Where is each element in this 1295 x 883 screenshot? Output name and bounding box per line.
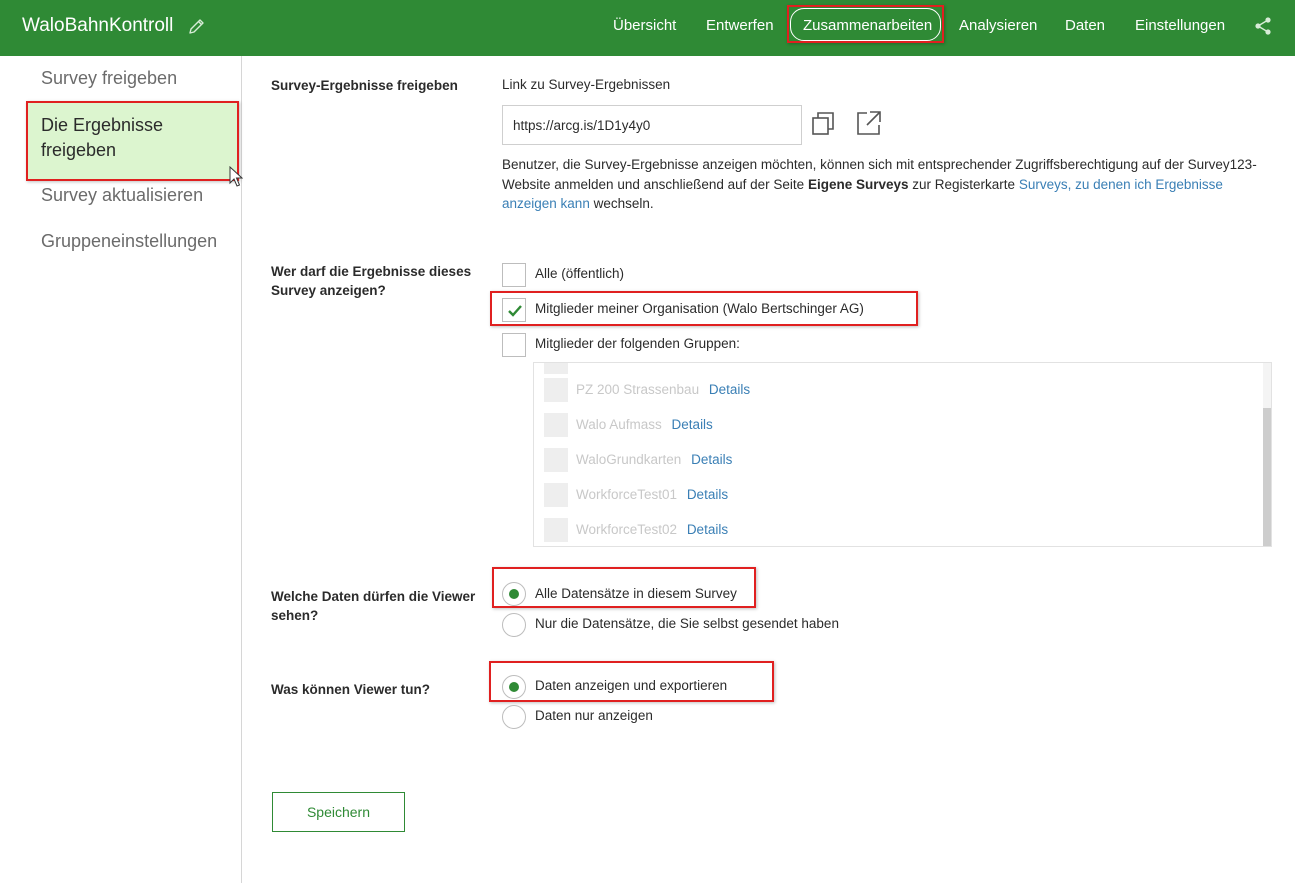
- checkbox-public[interactable]: [502, 263, 526, 287]
- group-name: Walo Aufmass Details: [576, 417, 713, 432]
- option-view-only-label: Daten nur anzeigen: [535, 708, 653, 723]
- data-scope-label: Welche Daten dürfen die Viewer sehen?: [271, 589, 476, 623]
- nav-entwerfen[interactable]: Entwerfen: [706, 17, 774, 34]
- group-details-link[interactable]: Details: [691, 452, 732, 467]
- group-name: WaloGrundkarten Details: [576, 452, 733, 467]
- results-link-input[interactable]: [502, 105, 802, 145]
- group-details-link[interactable]: Details: [672, 417, 713, 432]
- group-details-link[interactable]: Details: [709, 382, 750, 397]
- group-checkbox[interactable]: [544, 448, 568, 472]
- app-title: WaloBahnKontroll: [22, 15, 174, 36]
- group-name: PZ 200 Strassenbau Details: [576, 382, 751, 397]
- radio-own-records[interactable]: [502, 613, 526, 637]
- option-groups-label: Mitglieder der folgenden Gruppen:: [535, 336, 740, 351]
- annotation-box: [26, 101, 239, 181]
- group-checkbox[interactable]: [544, 483, 568, 507]
- open-external-icon[interactable]: [855, 109, 883, 137]
- nav-uebersicht[interactable]: Übersicht: [613, 17, 676, 34]
- who-can-view-label: Wer darf die Ergebnisse dieses Survey an…: [271, 264, 472, 298]
- group-name: WorkforceTest02 Details: [576, 522, 729, 537]
- annotation-box: [787, 5, 944, 43]
- share-icon[interactable]: [1253, 16, 1273, 36]
- nav-analysieren[interactable]: Analysieren: [959, 17, 1037, 34]
- option-public-label: Alle (öffentlich): [535, 266, 625, 281]
- sidebar-item-gruppeneinstellungen[interactable]: Gruppeneinstellungen: [41, 231, 217, 252]
- group-checkbox[interactable]: [544, 518, 568, 542]
- radio-view-only[interactable]: [502, 705, 526, 729]
- share-results-description: Benutzer, die Survey-Ergebnisse anzeigen…: [502, 157, 1257, 211]
- group-details-link[interactable]: Details: [687, 522, 728, 537]
- nav-einstellungen[interactable]: Einstellungen: [1135, 17, 1225, 34]
- annotation-box: [490, 291, 918, 326]
- annotation-box: [492, 567, 756, 608]
- top-bar: WaloBahnKontroll Übersicht Entwerfen Zus…: [0, 0, 1295, 56]
- copy-icon[interactable]: [810, 110, 838, 138]
- group-details-link[interactable]: Details: [687, 487, 728, 502]
- scrollbar-thumb[interactable]: [1263, 408, 1271, 546]
- group-checkbox[interactable]: [544, 363, 568, 374]
- group-list[interactable]: PZ 200 Strassenbau Details Walo Aufmass …: [533, 362, 1272, 547]
- pencil-icon[interactable]: [187, 16, 207, 36]
- sidebar-item-survey-freigeben[interactable]: Survey freigeben: [41, 68, 177, 89]
- sidebar-item-survey-aktualisieren[interactable]: Survey aktualisieren: [41, 185, 203, 206]
- checkbox-groups[interactable]: [502, 333, 526, 357]
- group-name: WorkforceTest01 Details: [576, 487, 729, 502]
- viewer-actions-label: Was können Viewer tun?: [271, 682, 431, 697]
- link-label: Link zu Survey-Ergebnissen: [502, 77, 671, 92]
- save-button[interactable]: Speichern: [272, 792, 405, 832]
- group-checkbox[interactable]: [544, 413, 568, 437]
- share-results-label: Survey-Ergebnisse freigeben: [271, 78, 458, 93]
- annotation-box: [489, 661, 774, 702]
- nav-daten[interactable]: Daten: [1065, 17, 1105, 34]
- mouse-cursor-icon: [229, 166, 243, 187]
- group-checkbox[interactable]: [544, 378, 568, 402]
- option-own-records-label: Nur die Datensätze, die Sie selbst gesen…: [535, 616, 839, 631]
